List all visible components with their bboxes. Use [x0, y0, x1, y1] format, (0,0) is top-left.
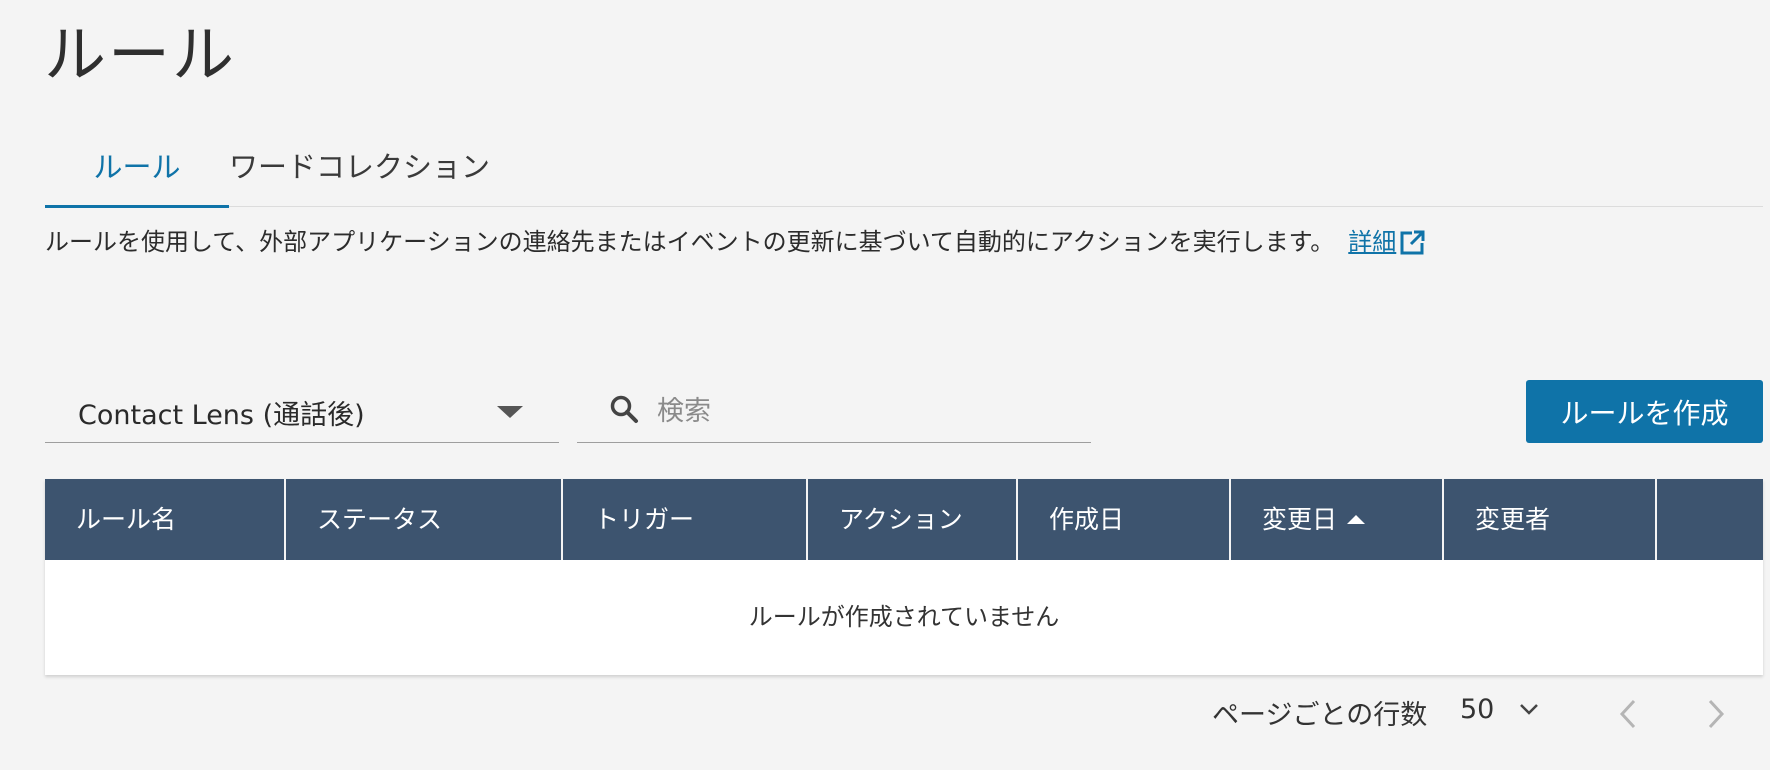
tab-rules[interactable]: ルール	[45, 135, 229, 208]
table-header: ルール名 ステータス トリガー アクション 作成日 変更日 変更者	[45, 479, 1763, 560]
empty-table-message: ルールが作成されていません	[748, 603, 1060, 631]
rules-page: ルール ルール ワードコレクション ルールを使用して、外部アプリケーションの連絡…	[0, 0, 1770, 770]
rule-type-value: Contact Lens (通話後)	[78, 400, 365, 431]
rows-per-page-select[interactable]: 50	[1460, 694, 1540, 725]
rule-type-select[interactable]: Contact Lens (通話後)	[45, 380, 559, 443]
learn-more-label: 詳細	[1348, 228, 1397, 256]
tab-bar: ルール ワードコレクション	[45, 135, 1763, 208]
column-header-modified-by[interactable]: 変更者	[1444, 479, 1657, 560]
search-input[interactable]	[657, 386, 1077, 436]
page-description: ルールを使用して、外部アプリケーションの連絡先またはイベントの更新に基づいて自動…	[45, 224, 1426, 260]
column-header-extra	[1657, 479, 1763, 560]
external-link-icon[interactable]	[1400, 229, 1426, 255]
previous-page-icon[interactable]	[1616, 697, 1640, 731]
search-icon	[610, 395, 638, 423]
description-text: ルールを使用して、外部アプリケーションの連絡先またはイベントの更新に基づいて自動…	[45, 228, 1335, 256]
tab-word-collections[interactable]: ワードコレクション	[229, 135, 490, 207]
modified-date-label: 変更日	[1262, 505, 1338, 534]
page-title: ルール	[44, 18, 237, 91]
search-field	[577, 380, 1091, 443]
column-header-created-date[interactable]: 作成日	[1018, 479, 1231, 560]
column-header-status[interactable]: ステータス	[286, 479, 563, 560]
column-header-rule-name[interactable]: ルール名	[45, 479, 286, 560]
column-header-modified-date[interactable]: 変更日	[1231, 479, 1444, 560]
next-page-icon[interactable]	[1704, 697, 1728, 731]
rows-per-page-label: ページごとの行数	[1212, 700, 1428, 731]
chevron-down-icon	[1520, 704, 1539, 715]
rows-per-page-value: 50	[1460, 694, 1495, 725]
rules-table: ルール名 ステータス トリガー アクション 作成日 変更日 変更者 ルールが作成…	[45, 479, 1763, 675]
create-rule-button[interactable]: ルールを作成	[1526, 380, 1763, 443]
sort-ascending-icon	[1347, 515, 1366, 524]
learn-more-link[interactable]: 詳細	[1348, 228, 1396, 256]
column-header-action[interactable]: アクション	[808, 479, 1018, 560]
column-header-trigger[interactable]: トリガー	[563, 479, 808, 560]
caret-down-icon	[497, 406, 523, 418]
